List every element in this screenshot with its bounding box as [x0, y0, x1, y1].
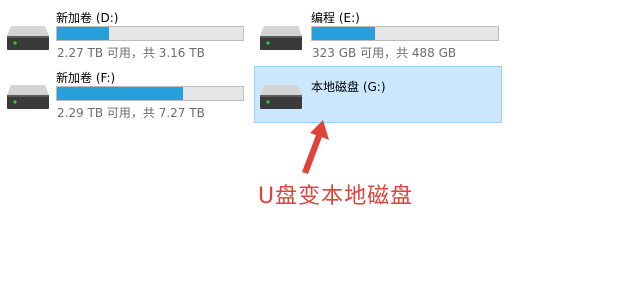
drive-name: 编程 (E:) — [311, 11, 360, 25]
usage-fill — [57, 87, 184, 100]
drive-tile-d[interactable]: 新加卷 (D:) 2.27 TB 可用，共 3.16 TB — [4, 4, 252, 60]
drive-tile-f[interactable]: 新加卷 (F:) 2.29 TB 可用，共 7.27 TB — [4, 64, 252, 120]
capacity-text: 323 GB 可用，共 488 GB — [312, 46, 457, 60]
drive-tile-g[interactable]: 本地磁盘 (G:) — [254, 66, 502, 123]
usage-bar — [56, 86, 244, 101]
annotation-caption: U盘变本地磁盘 — [258, 184, 414, 209]
usage-fill — [312, 27, 376, 40]
hard-drive-icon — [7, 26, 49, 50]
hard-drive-icon — [260, 26, 302, 50]
drive-tile-e[interactable]: 编程 (E:) 323 GB 可用，共 488 GB — [256, 4, 504, 60]
capacity-text: 2.29 TB 可用，共 7.27 TB — [57, 106, 205, 120]
capacity-text: 2.27 TB 可用，共 3.16 TB — [57, 46, 205, 60]
usage-bar — [311, 26, 499, 41]
hard-drive-icon — [7, 85, 49, 109]
usage-fill — [57, 27, 110, 40]
drive-name: 本地磁盘 (G:) — [311, 80, 386, 94]
drive-name: 新加卷 (F:) — [56, 71, 116, 85]
usage-bar — [56, 26, 244, 41]
red-arrow-icon — [296, 118, 332, 180]
drive-name: 新加卷 (D:) — [56, 11, 119, 25]
file-explorer-drives-view: 新加卷 (D:) 2.27 TB 可用，共 3.16 TB 编程 (E:) 32… — [0, 0, 633, 304]
hard-drive-icon — [260, 85, 302, 109]
